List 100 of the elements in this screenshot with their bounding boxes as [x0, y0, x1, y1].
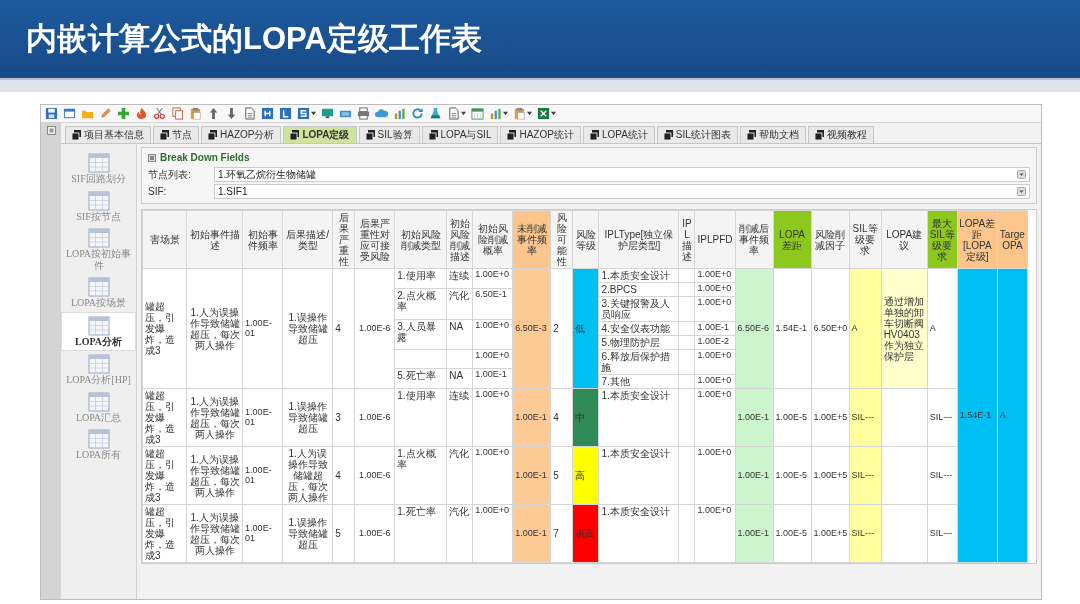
scissors-icon[interactable]	[153, 107, 166, 120]
table-cell: 罐超压，引发爆炸，造成3	[142, 446, 187, 505]
table-cell: 汽化	[447, 505, 474, 562]
select-field[interactable]: 1.环氧乙烷衍生物储罐	[214, 167, 1030, 182]
document-icon	[160, 130, 169, 140]
tile-icon[interactable]	[279, 107, 292, 120]
column-header: 风险等级	[572, 210, 599, 269]
flask-icon[interactable]	[429, 107, 442, 120]
dropdown-icon[interactable]	[1017, 187, 1026, 196]
table-cell: 1.误操作导致储罐超压	[282, 388, 333, 447]
tab[interactable]: LOPA统计	[582, 126, 655, 143]
table-cell-text: 1.00E+0	[474, 319, 510, 332]
printer-icon[interactable]	[357, 107, 370, 120]
tab[interactable]: 视频教程	[807, 126, 874, 143]
arrow-down-icon[interactable]	[225, 107, 238, 120]
table-cell-text: 1.00E+0	[696, 269, 733, 281]
table-cell-text: 1.00E-1	[474, 369, 508, 382]
arrow-up-icon[interactable]	[207, 107, 220, 120]
clipboard-icon[interactable]	[189, 107, 202, 120]
table-cell: 1.00E-01	[242, 446, 283, 505]
dropdown-icon[interactable]	[1017, 170, 1026, 179]
table-cell-text: 1.00E+0	[696, 505, 733, 517]
table-cell: 1.本质安全设计	[599, 505, 680, 562]
table-cell: 6.释放后保护措施	[599, 350, 680, 374]
tile-icon[interactable]	[297, 107, 310, 120]
column-header: 初始风险削减类型	[394, 210, 447, 269]
table-cell-text: 1.00E+0	[696, 350, 733, 362]
caret-icon[interactable]	[461, 111, 466, 116]
document-icon	[746, 130, 756, 140]
tab[interactable]: LOPA与SIL	[421, 126, 499, 143]
collapse-icon[interactable]	[148, 153, 156, 162]
caret-icon[interactable]	[527, 111, 532, 116]
table-cell-text: 1.00E+0	[696, 447, 733, 459]
table-cell: 1.00E-5	[773, 446, 812, 505]
table-cell: 1.00E-1	[512, 504, 551, 563]
table-cell: 2.BPCS	[599, 283, 680, 296]
sidebar-item[interactable]: LOPA分析	[61, 311, 136, 351]
tile-icon[interactable]	[261, 107, 274, 120]
table-cell-text: 1.00E+0	[474, 269, 510, 281]
column-header: IPLPFD	[695, 210, 735, 269]
table-cell: 1.00E-01	[242, 388, 283, 447]
tab[interactable]: 节点	[153, 126, 199, 143]
monitor-icon[interactable]	[321, 107, 334, 120]
table-icon	[87, 315, 110, 336]
table-cell: SIL---	[849, 446, 882, 505]
table-cell-text: 1.00E+0	[696, 389, 733, 401]
column-header: 后果严重性	[332, 210, 355, 269]
table-cell: 6.50E-6	[735, 268, 774, 389]
table-icon	[87, 391, 110, 412]
cloud-icon[interactable]	[375, 107, 388, 120]
tab[interactable]: LOPA定级	[283, 126, 357, 143]
plus-icon[interactable]	[117, 107, 130, 120]
copy-icon[interactable]	[171, 107, 184, 120]
table-cell: 4	[332, 268, 355, 389]
table-cell: 1.使用率	[395, 269, 448, 288]
table-cell: A	[927, 268, 958, 389]
column-header: LOPA差距	[773, 210, 812, 269]
table-cell: 6.50E-3	[512, 268, 551, 389]
table-cell: 低	[572, 268, 599, 389]
tab[interactable]: 帮助文档	[739, 126, 806, 143]
column-header: 初始事件频率	[242, 210, 283, 269]
flame-icon[interactable]	[135, 107, 148, 120]
collapse-icon[interactable]	[46, 126, 56, 135]
table-cell: 罐超压，引发爆炸，造成3	[142, 388, 187, 447]
caret-icon[interactable]	[311, 111, 316, 116]
table-cell: 1.点火概率	[395, 447, 448, 504]
table-cell: 通过增加单独的卸车切断阀HV0403作为独立保护层	[881, 268, 928, 389]
column-header: Targe OPA	[997, 210, 1028, 269]
spreadsheet-icon[interactable]	[537, 107, 550, 120]
table-cell-text: 1.00E+0	[474, 505, 510, 517]
table-cell-text: 1.00E+0	[474, 350, 510, 363]
tab[interactable]: SIL统计图表	[656, 126, 738, 143]
table-cell-text: 1.00E-1	[696, 322, 730, 334]
clipboard-icon[interactable]	[513, 107, 526, 120]
caret-icon[interactable]	[503, 111, 508, 116]
window-icon[interactable]	[63, 107, 76, 120]
table-cell: 1.00E-1	[735, 504, 774, 563]
tab[interactable]: HAZOP分析	[201, 126, 282, 143]
tab[interactable]: HAZOP统计	[500, 126, 581, 143]
document-icon[interactable]	[243, 107, 256, 120]
table-cell: NA	[447, 369, 474, 389]
refresh-icon[interactable]	[411, 107, 424, 120]
table-cell-text: 1.00E+0	[696, 283, 733, 295]
column-header: 后果描述/类型	[282, 210, 333, 269]
column-header: 风险可能性	[550, 210, 573, 269]
tab[interactable]: SIL验算	[358, 126, 420, 143]
table-cell: 3.关键报警及人员响应	[599, 297, 680, 321]
table-cell: 1.人为误操作导致储罐超压，每次两人操作	[186, 446, 243, 505]
chart-icon[interactable]	[393, 107, 406, 120]
column-header: 削减后事件频率	[735, 210, 774, 269]
tab[interactable]: 项目基本信息	[65, 126, 151, 143]
pencil-icon[interactable]	[99, 107, 112, 120]
save-icon[interactable]	[45, 107, 58, 120]
table-cell: 3.人员暴露	[395, 319, 448, 350]
table-cell: 1.误操作导致储罐超压	[282, 504, 333, 563]
caret-icon[interactable]	[551, 111, 556, 116]
select-field[interactable]: 1.SIF1	[214, 184, 1030, 199]
calendar-icon[interactable]	[471, 107, 484, 120]
table-cell-text: 6.50E-1	[474, 288, 508, 301]
document-icon	[589, 130, 599, 140]
